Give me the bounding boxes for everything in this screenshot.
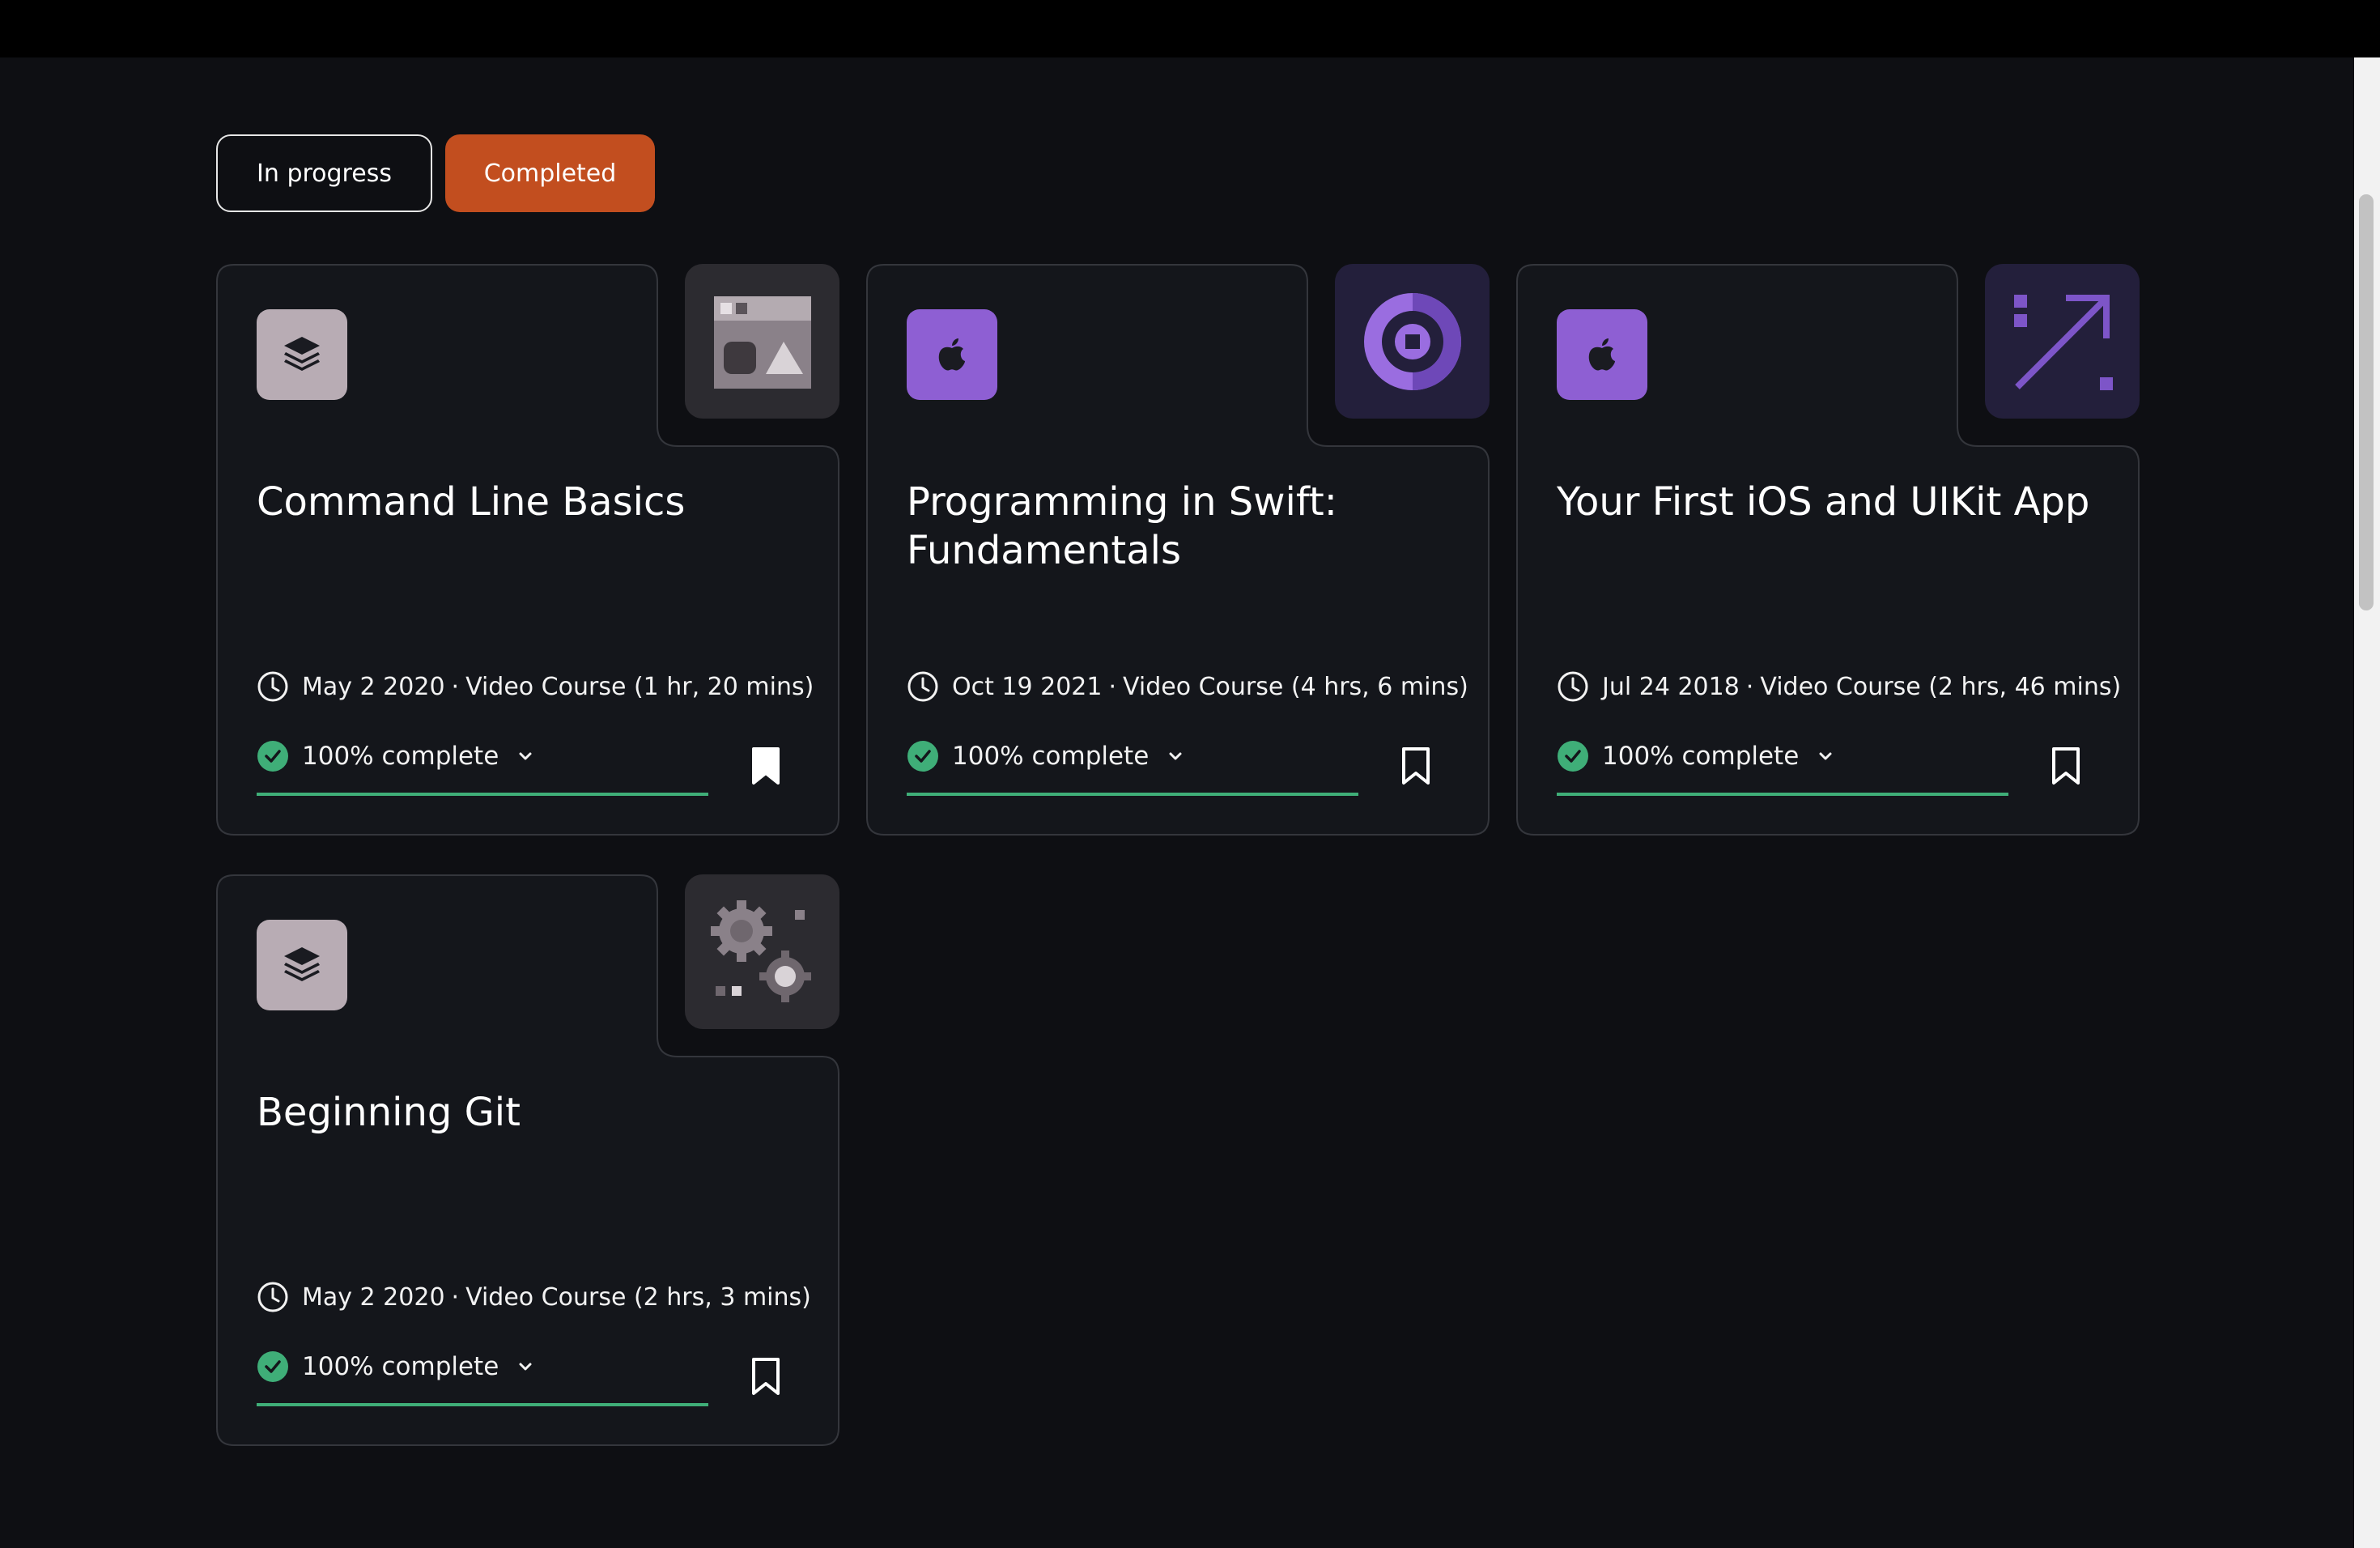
course-meta: Oct 19 2021 · Video Course (4 hrs, 6 min… — [907, 670, 1468, 703]
progress-bar-fill — [257, 1403, 708, 1406]
release-date: May 2 2020 — [302, 1282, 445, 1312]
apple-icon — [1579, 330, 1625, 379]
meta-separator: · — [451, 1282, 460, 1312]
gears-icon — [685, 874, 839, 1029]
course-card[interactable]: Beginning Git May 2 2020 · Video Course … — [216, 874, 839, 1446]
chevron-down-icon[interactable] — [516, 747, 534, 765]
check-circle-icon — [257, 1351, 288, 1382]
bookmark-icon[interactable] — [1400, 746, 1431, 785]
category-stack-icon — [257, 309, 347, 400]
progress-label: 100% complete — [302, 1352, 499, 1381]
course-meta: May 2 2020 · Video Course (1 hr, 20 mins… — [257, 670, 814, 703]
clock-icon — [257, 671, 288, 702]
diagonal-arrow-icon — [1985, 264, 2140, 419]
bookmark-icon[interactable] — [750, 1357, 781, 1396]
progress-bar-fill — [907, 793, 1358, 796]
course-card[interactable]: Command Line Basics May 2 2020 · Video C… — [216, 264, 839, 836]
course-title[interactable]: Beginning Git — [257, 1088, 807, 1137]
chevron-down-icon[interactable] — [1817, 747, 1834, 765]
stack-icon — [279, 330, 325, 379]
course-card[interactable]: Your First iOS and UIKit App Jul 24 2018… — [1516, 264, 2140, 836]
progress-dropdown[interactable]: 100% complete — [1557, 740, 1834, 772]
tab-completed[interactable]: Completed — [445, 134, 655, 212]
course-meta: Jul 24 2018 · Video Course (2 hrs, 46 mi… — [1557, 670, 2121, 703]
clock-icon — [907, 671, 938, 702]
check-circle-icon — [257, 741, 288, 772]
release-date: Jul 24 2018 — [1602, 672, 1740, 701]
progress-dropdown[interactable]: 100% complete — [907, 740, 1184, 772]
course-type-duration: Video Course (2 hrs, 3 mins) — [465, 1282, 811, 1312]
chevron-down-icon[interactable] — [1167, 747, 1184, 765]
progress-bar — [907, 793, 1358, 796]
clock-icon — [1558, 671, 1588, 702]
meta-separator: · — [1108, 672, 1117, 701]
window-shapes-icon — [685, 264, 839, 419]
bookmark-icon[interactable] — [2051, 746, 2081, 785]
check-circle-icon — [907, 741, 938, 772]
chevron-down-icon[interactable] — [516, 1358, 534, 1376]
course-type-duration: Video Course (2 hrs, 46 mins) — [1760, 672, 2122, 701]
progress-dropdown[interactable]: 100% complete — [257, 1350, 534, 1383]
course-title[interactable]: Command Line Basics — [257, 478, 807, 526]
progress-bar — [257, 1403, 708, 1406]
progress-bar — [257, 793, 708, 796]
course-title[interactable]: Your First iOS and UIKit App — [1557, 478, 2107, 526]
check-circle-icon — [1558, 741, 1588, 772]
course-card[interactable]: Programming in Swift: Fundamentals Oct 1… — [866, 264, 1490, 836]
course-meta: May 2 2020 · Video Course (2 hrs, 3 mins… — [257, 1281, 811, 1313]
progress-label: 100% complete — [302, 742, 499, 771]
target-circle-icon — [1335, 264, 1490, 419]
bookmark-icon[interactable] — [750, 746, 781, 785]
category-apple-icon — [1557, 309, 1647, 400]
course-title[interactable]: Programming in Swift: Fundamentals — [907, 478, 1457, 575]
clock-icon — [257, 1282, 288, 1312]
meta-separator: · — [1745, 672, 1754, 701]
progress-bar-fill — [1557, 793, 2008, 796]
apple-icon — [929, 330, 975, 379]
category-stack-icon — [257, 920, 347, 1010]
progress-label: 100% complete — [952, 742, 1150, 771]
progress-bar-fill — [257, 793, 708, 796]
progress-label: 100% complete — [1602, 742, 1800, 771]
scrollbar-thumb[interactable] — [2359, 194, 2374, 610]
release-date: May 2 2020 — [302, 672, 445, 701]
meta-separator: · — [451, 672, 460, 701]
course-type-duration: Video Course (4 hrs, 6 mins) — [1123, 672, 1468, 701]
browser-top-bar — [0, 0, 2380, 57]
course-type-duration: Video Course (1 hr, 20 mins) — [465, 672, 814, 701]
release-date: Oct 19 2021 — [952, 672, 1103, 701]
progress-dropdown[interactable]: 100% complete — [257, 740, 534, 772]
stack-icon — [279, 941, 325, 989]
tab-in-progress[interactable]: In progress — [216, 134, 432, 212]
category-apple-icon — [907, 309, 997, 400]
progress-bar — [1557, 793, 2008, 796]
